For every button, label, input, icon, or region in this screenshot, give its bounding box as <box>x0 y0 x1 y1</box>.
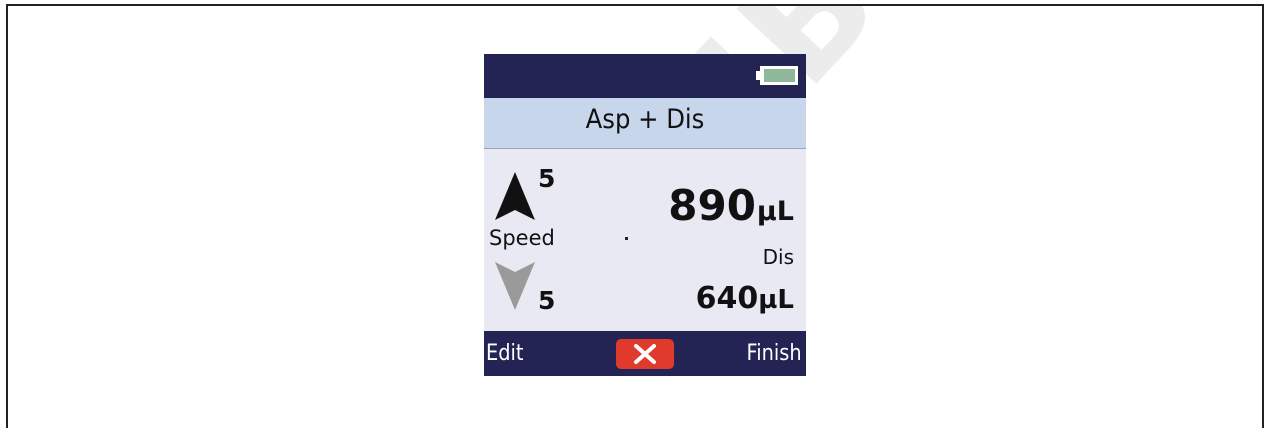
cancel-button[interactable] <box>616 339 674 369</box>
aspirate-speed-value: 5 <box>538 164 556 193</box>
speed-label: Speed <box>489 226 555 250</box>
mode-title: Asp + Dis <box>585 104 705 135</box>
mode-title-bar: Asp + Dis <box>484 98 806 149</box>
dispense-speed-value: 5 <box>538 286 556 315</box>
aspirate-volume: 890µL <box>668 181 794 230</box>
aspirate-volume-value: 890 <box>668 181 756 230</box>
dispense-volume: 640µL <box>696 281 794 316</box>
finish-softkey[interactable]: Finish <box>747 341 802 366</box>
dispense-volume-value: 640 <box>695 281 759 316</box>
battery-icon <box>756 66 798 85</box>
divider-dot <box>625 237 628 240</box>
dispense-volume-unit: µL <box>758 285 794 315</box>
aspirate-speed-arrow-icon <box>495 172 535 220</box>
dispense-speed-arrow-icon <box>495 262 535 310</box>
pipette-screen: Asp + Dis 5 890µL Speed Dis 5 640µL Edit… <box>484 54 806 376</box>
status-bar <box>484 54 806 98</box>
edit-softkey[interactable]: Edit <box>486 341 523 366</box>
softkey-bar: Edit Finish <box>484 331 806 376</box>
aspirate-volume-unit: µL <box>756 196 794 227</box>
dispense-label: Dis <box>762 245 794 269</box>
close-icon <box>634 344 656 364</box>
